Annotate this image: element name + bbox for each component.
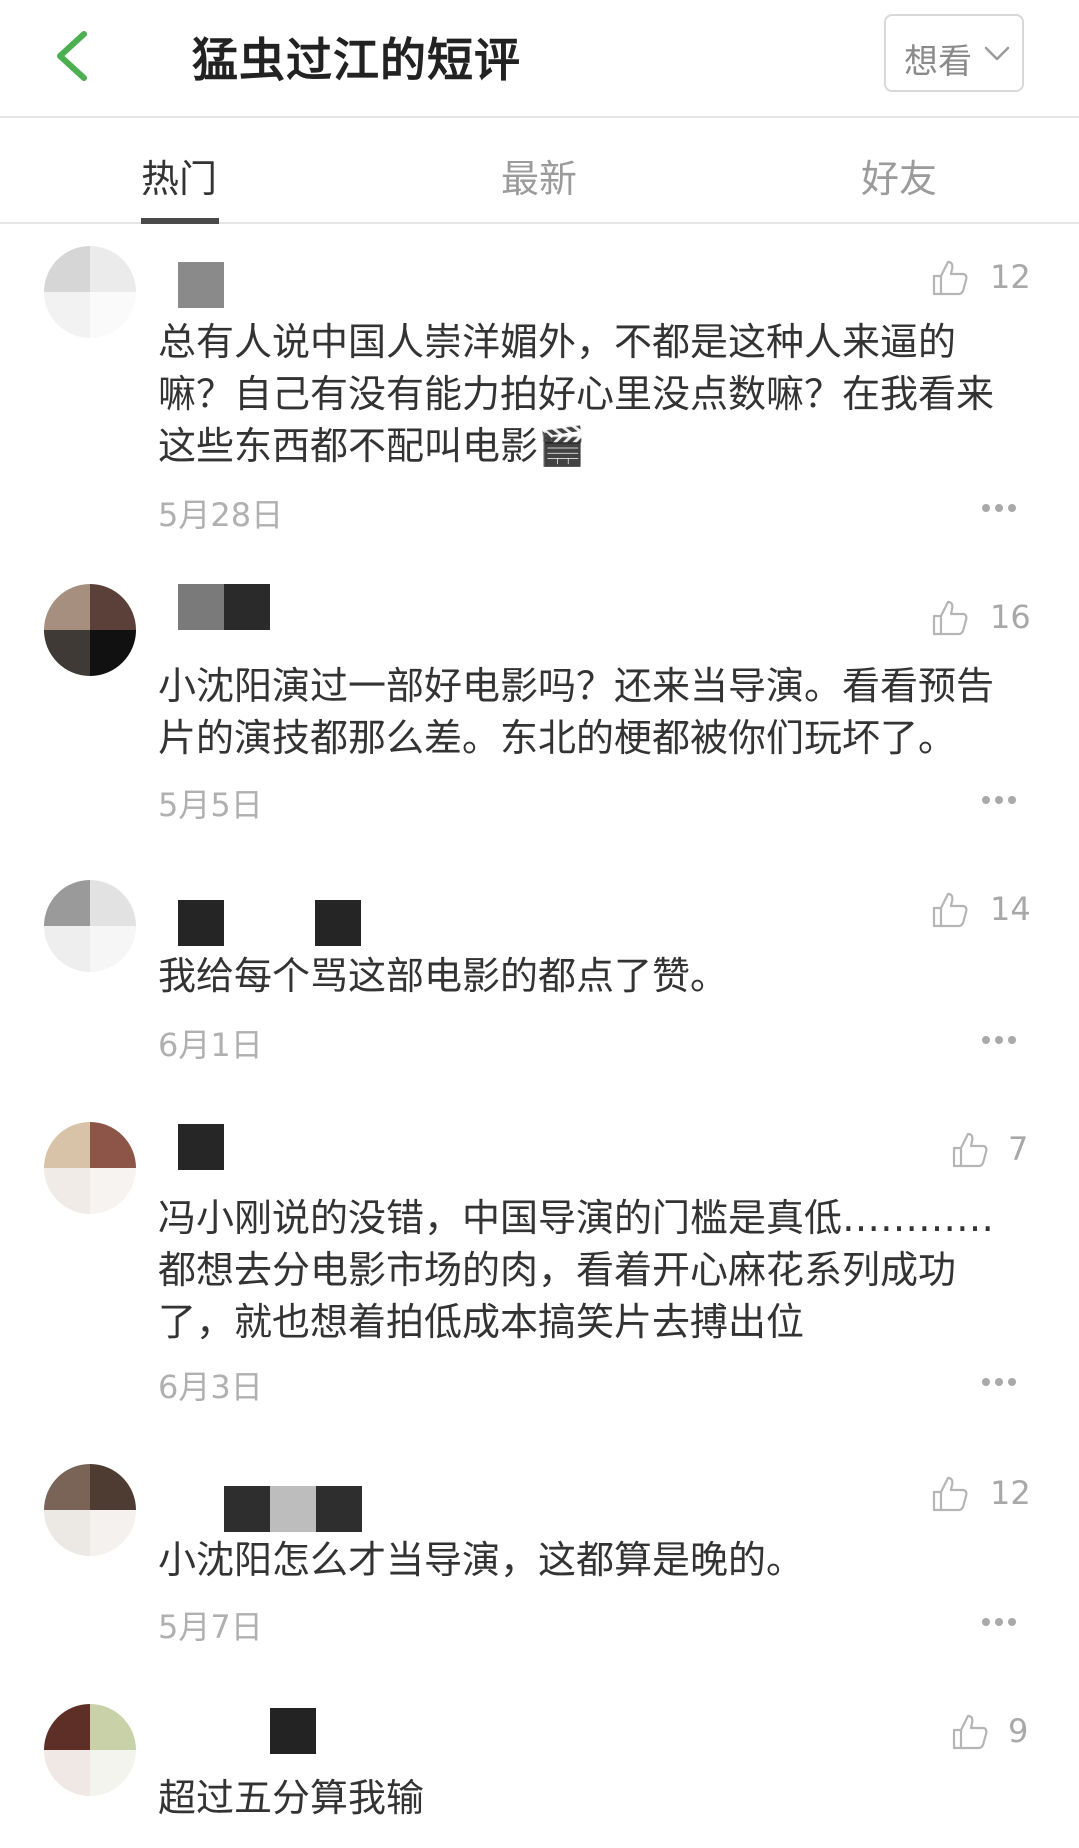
comment-text: 小沈阳演过一部好电影吗？还来当导演。看看预告片的演技都那么差。东北的梗都被你们玩… xyxy=(158,664,995,760)
tab-friends[interactable]: 好友 xyxy=(861,148,937,203)
comment-text: 总有人说中国人崇洋媚外，不都是这种人来逼的嘛？自己有没有能力拍好心里没点数嘛？在… xyxy=(158,320,995,468)
comment-date: 5月28日 xyxy=(158,496,284,534)
username-redacted[interactable] xyxy=(178,1124,378,1170)
avatar[interactable] xyxy=(44,880,136,972)
username-redacted[interactable] xyxy=(178,900,408,946)
thumbs-up-icon[interactable] xyxy=(930,1474,970,1514)
page-title: 猛虫过江的短评 xyxy=(192,33,521,87)
username-redacted[interactable] xyxy=(178,1708,378,1754)
comment-date: 6月3日 xyxy=(158,1368,263,1406)
thumbs-up-icon[interactable] xyxy=(950,1130,990,1170)
comment-text: 我给每个骂这部电影的都点了赞。 xyxy=(158,954,729,998)
comment-date: 6月1日 xyxy=(158,1026,263,1064)
more-dots-icon[interactable] xyxy=(982,796,1018,806)
comment-date: 5月5日 xyxy=(158,786,263,824)
username-redacted[interactable] xyxy=(178,262,378,308)
thumbs-up-icon[interactable] xyxy=(930,890,970,930)
more-dots-icon[interactable] xyxy=(982,1036,1018,1046)
top-bar: 猛虫过江的短评 想看 xyxy=(0,0,1079,118)
thumbs-up-icon[interactable] xyxy=(930,598,970,638)
back-chevron-icon[interactable] xyxy=(52,30,92,82)
avatar[interactable] xyxy=(44,1464,136,1556)
chevron-down-icon xyxy=(984,46,1010,61)
tab-bar: 热门 最新 好友 xyxy=(0,118,1079,224)
want-to-watch-label: 想看 xyxy=(904,42,972,82)
avatar[interactable] xyxy=(44,584,136,676)
comment-date: 5月7日 xyxy=(158,1608,263,1646)
thumbs-up-icon[interactable] xyxy=(930,258,970,298)
more-dots-icon[interactable] xyxy=(982,1378,1018,1388)
more-dots-icon[interactable] xyxy=(982,1618,1018,1628)
like-count: 14 xyxy=(990,890,1031,928)
active-tab-indicator xyxy=(141,218,219,224)
comment-text: 小沈阳怎么才当导演，这都算是晚的。 xyxy=(158,1538,805,1582)
username-redacted[interactable] xyxy=(178,584,378,630)
like-count: 16 xyxy=(990,598,1031,636)
like-count: 9 xyxy=(1008,1712,1029,1750)
thumbs-up-icon[interactable] xyxy=(950,1712,990,1752)
avatar[interactable] xyxy=(44,1704,136,1796)
like-count: 7 xyxy=(1008,1130,1029,1168)
like-count: 12 xyxy=(990,258,1031,296)
avatar[interactable] xyxy=(44,1122,136,1214)
want-to-watch-button[interactable]: 想看 xyxy=(884,14,1024,92)
comment-text: 冯小刚说的没错，中国导演的门槛是真低…………都想去分电影市场的肉，看着开心麻花系… xyxy=(158,1196,995,1344)
like-count: 12 xyxy=(990,1474,1031,1512)
tab-latest[interactable]: 最新 xyxy=(501,148,577,203)
comment-text: 超过五分算我输 xyxy=(158,1776,425,1820)
avatar[interactable] xyxy=(44,246,136,338)
more-dots-icon[interactable] xyxy=(982,504,1018,514)
tab-hot[interactable]: 热门 xyxy=(141,148,217,203)
username-redacted[interactable] xyxy=(178,1486,408,1532)
